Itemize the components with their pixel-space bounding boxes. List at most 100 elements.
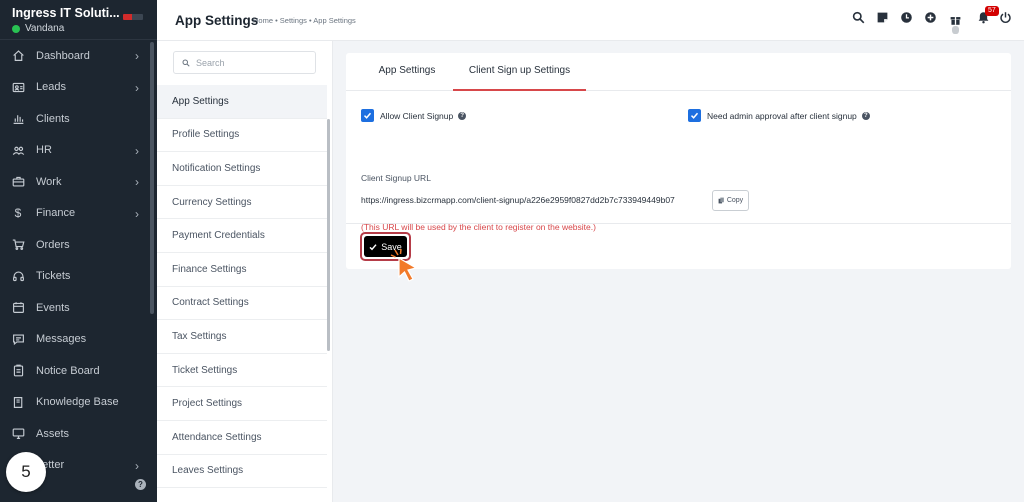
- settings-item-tax-settings[interactable]: Tax Settings: [157, 320, 327, 354]
- settings-item-finance-settings[interactable]: Finance Settings: [157, 253, 327, 287]
- search-icon[interactable]: [851, 10, 865, 24]
- click-cursor-icon: [390, 248, 418, 282]
- clock-icon[interactable]: [899, 10, 913, 24]
- breadcrumb: Home • Settings • App Settings: [253, 16, 356, 25]
- settings-item-ticket-settings[interactable]: Ticket Settings: [157, 354, 327, 388]
- gift-indicator-dot: [952, 26, 959, 34]
- sidebar-item-orders[interactable]: Orders: [0, 229, 157, 261]
- tab-client-signup-settings[interactable]: Client Sign up Settings: [453, 53, 586, 91]
- sticky-note-icon[interactable]: [875, 10, 889, 24]
- language-flag-icon[interactable]: [123, 14, 143, 20]
- chevron-right-icon: ›: [135, 175, 139, 189]
- sidebar-item-notice-board[interactable]: Notice Board: [0, 355, 157, 387]
- gift-icon[interactable]: [948, 12, 962, 34]
- settings-item-notification-settings[interactable]: Notification Settings: [157, 152, 327, 186]
- client-signup-url-label: Client Signup URL: [361, 173, 431, 183]
- book-icon: [10, 395, 26, 409]
- client-signup-settings-card: App Settings Client Sign up Settings All…: [346, 53, 1011, 269]
- chat-icon: [10, 332, 26, 346]
- cart-icon: [10, 238, 26, 252]
- sidebar: Ingress IT Soluti... Vandana Dashboard ›…: [0, 0, 157, 502]
- settings-item-payment-credentials[interactable]: Payment Credentials: [157, 219, 327, 253]
- sidebar-item-label: Orders: [36, 238, 70, 251]
- users-icon: [10, 143, 26, 157]
- help-icon[interactable]: ?: [135, 479, 146, 490]
- settings-item-project-settings[interactable]: Project Settings: [157, 387, 327, 421]
- sidebar-item-label: Tickets: [36, 270, 71, 283]
- sidebar-item-leads[interactable]: Leads ›: [0, 72, 157, 104]
- home-icon: [10, 49, 26, 63]
- sidebar-item-assets[interactable]: Assets: [0, 418, 157, 450]
- sidebar-item-label: Knowledge Base: [36, 396, 119, 409]
- admin-approval-checkbox[interactable]: Need admin approval after client signup …: [688, 109, 870, 122]
- settings-item-contract-settings[interactable]: Contract Settings: [157, 287, 327, 321]
- chevron-right-icon: ›: [135, 206, 139, 221]
- sidebar-item-label: Messages: [36, 333, 87, 346]
- id-card-icon: [10, 80, 26, 94]
- online-status-dot: [12, 24, 20, 33]
- sidebar-item-dashboard[interactable]: Dashboard ›: [0, 40, 157, 72]
- settings-item-app-settings[interactable]: App Settings: [157, 85, 327, 119]
- sidebar-item-label: Notice Board: [36, 364, 100, 377]
- settings-menu: App Settings Profile Settings Notificati…: [157, 41, 333, 502]
- monitor-icon: [10, 427, 26, 441]
- clipboard-icon: [10, 364, 26, 378]
- checkbox-checked-icon: [688, 109, 701, 122]
- dollar-icon: $: [14, 206, 22, 221]
- page-title: App Settings: [175, 13, 259, 28]
- sidebar-item-messages[interactable]: Messages: [0, 324, 157, 356]
- bar-chart-icon: [10, 112, 26, 126]
- sidebar-item-clients[interactable]: Clients: [0, 103, 157, 135]
- signup-settings-form: Allow Client Signup ? Need admin approva…: [346, 91, 1011, 232]
- sidebar-item-label: Finance: [36, 207, 76, 220]
- add-circle-icon[interactable]: [923, 10, 937, 24]
- url-usage-note: (This URL will be used by the client to …: [361, 222, 596, 232]
- checkbox-checked-icon: [361, 109, 374, 122]
- settings-item-profile-settings[interactable]: Profile Settings: [157, 119, 327, 153]
- briefcase-icon: [10, 175, 26, 189]
- sidebar-item-tickets[interactable]: Tickets: [0, 261, 157, 293]
- search-icon: [182, 59, 190, 67]
- chevron-right-icon: ›: [135, 458, 139, 473]
- chevron-right-icon: ›: [135, 143, 139, 158]
- sidebar-item-work[interactable]: Work ›: [0, 166, 157, 198]
- power-icon[interactable]: [998, 10, 1012, 24]
- settings-item-leaves-settings[interactable]: Leaves Settings: [157, 455, 327, 489]
- settings-search[interactable]: [173, 51, 316, 74]
- settings-menu-list: App Settings Profile Settings Notificati…: [157, 85, 327, 489]
- user-name: Vandana: [25, 23, 65, 34]
- bell-icon[interactable]: 57: [976, 6, 999, 24]
- sidebar-nav: Dashboard › Leads › Clients HR › Work › …: [0, 40, 157, 481]
- help-circle-icon[interactable]: ?: [861, 111, 870, 120]
- sidebar-item-label: Events: [36, 301, 70, 314]
- chevron-right-icon: ›: [135, 49, 139, 63]
- sidebar-item-events[interactable]: Events: [0, 292, 157, 324]
- sidebar-scrollbar[interactable]: [150, 42, 154, 314]
- settings-search-input[interactable]: [196, 57, 306, 68]
- help-circle-icon[interactable]: ?: [458, 111, 467, 120]
- sidebar-item-label: Work: [36, 175, 62, 188]
- allow-client-signup-label: Allow Client Signup: [380, 110, 454, 121]
- tab-app-settings[interactable]: App Settings: [361, 53, 453, 91]
- chevron-right-icon: ›: [135, 80, 139, 95]
- company-name: Ingress IT Soluti...: [12, 6, 120, 20]
- client-signup-url: https://ingress.bizcrmapp.com/client-sig…: [361, 195, 675, 205]
- sidebar-item-label: HR: [36, 144, 52, 157]
- settings-tabs: App Settings Client Sign up Settings: [346, 53, 1011, 91]
- sidebar-item-knowledge-base[interactable]: Knowledge Base: [0, 387, 157, 419]
- sidebar-header[interactable]: Ingress IT Soluti... Vandana: [0, 0, 157, 40]
- sidebar-item-label: Assets: [36, 427, 70, 440]
- top-bar: App Settings Home • Settings • App Setti…: [157, 0, 1024, 41]
- sidebar-item-hr[interactable]: HR ›: [0, 135, 157, 167]
- settings-item-attendance-settings[interactable]: Attendance Settings: [157, 421, 327, 455]
- sidebar-item-finance[interactable]: $ Finance ›: [0, 198, 157, 230]
- notification-count-badge: 57: [985, 6, 999, 16]
- top-actions: 57: [824, 0, 1024, 41]
- allow-client-signup-checkbox[interactable]: Allow Client Signup ?: [361, 109, 467, 122]
- settings-item-currency-settings[interactable]: Currency Settings: [157, 186, 327, 220]
- settings-menu-scrollbar[interactable]: [327, 119, 330, 351]
- sidebar-item-label: Leads: [36, 81, 66, 94]
- copy-url-button[interactable]: Copy: [712, 190, 749, 211]
- sidebar-item-label: Dashboard: [36, 49, 90, 62]
- sidebar-item-label: Clients: [36, 112, 70, 125]
